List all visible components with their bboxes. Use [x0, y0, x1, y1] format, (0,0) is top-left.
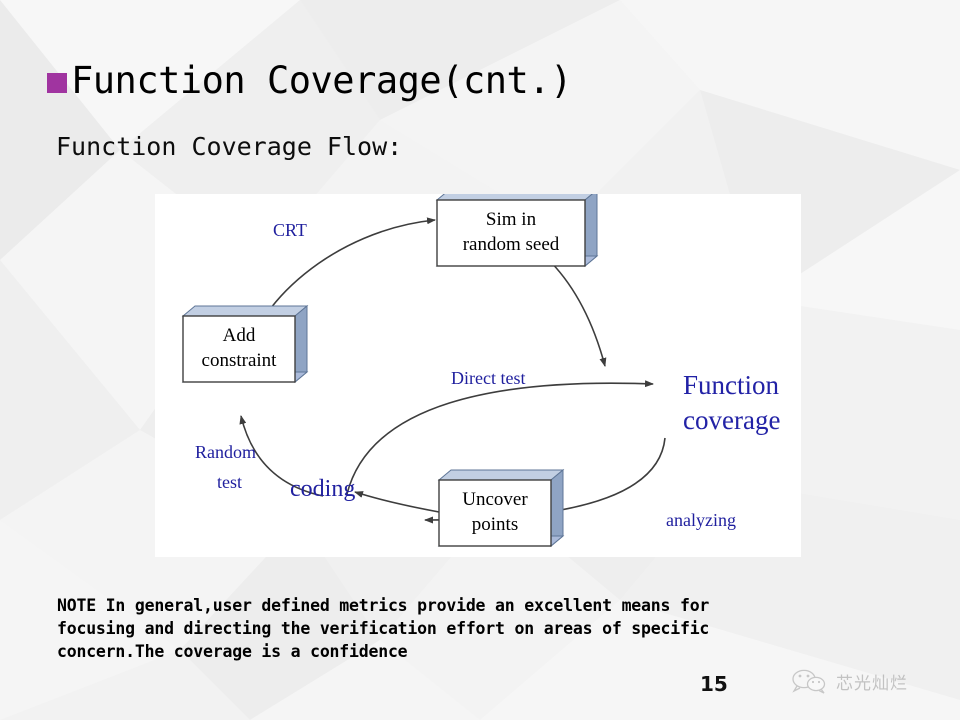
title-bullet-square — [47, 72, 67, 93]
node-sim-label-line1: Sim in — [486, 209, 537, 230]
node-add-label-line2: constraint — [202, 350, 278, 371]
page-number: 15 — [700, 672, 728, 696]
wechat-icon — [792, 669, 826, 694]
node-uncover-label-line2: points — [472, 514, 518, 535]
watermark-text: 芯光灿烂 — [836, 673, 908, 694]
note-line-1: NOTE In general,user defined metrics pro… — [57, 596, 710, 615]
slide-canvas: Function Coverage(cnt.) Function Coverag… — [0, 0, 960, 720]
watermark: 芯光灿烂 — [790, 668, 908, 694]
edge-label-random-test-line1: Random — [195, 442, 256, 462]
note-block: NOTE In general,user defined metrics pro… — [57, 594, 887, 663]
node-sim-label-line2: random seed — [463, 234, 560, 255]
flow-diagram-svg: Sim in random seed Add constraint Uncove… — [155, 194, 801, 557]
function-coverage-line2: coverage — [683, 405, 780, 435]
edge-label-direct-test: Direct test — [451, 368, 525, 388]
page-title: Function Coverage(cnt.) — [47, 62, 572, 99]
page-title-text: Function Coverage(cnt.) — [71, 59, 572, 102]
edge-label-random-test-line2: test — [217, 472, 242, 492]
edge-label-analyzing: analyzing — [666, 510, 736, 530]
page-subtitle: Function Coverage Flow: — [56, 132, 403, 161]
note-line-2: focusing and directing the verification … — [57, 619, 710, 638]
node-add-constraint[interactable]: Add constraint — [181, 304, 309, 384]
flow-diagram-panel: Sim in random seed Add constraint Uncove… — [155, 194, 801, 557]
node-add-label-line1: Add — [223, 325, 256, 346]
node-coding-label[interactable]: coding — [290, 476, 355, 502]
node-sim-in-random-seed[interactable]: Sim in random seed — [435, 194, 599, 268]
function-coverage-line1: Function — [683, 370, 780, 400]
node-uncover-label-line1: Uncover — [462, 489, 528, 510]
edge-label-crt: CRT — [273, 220, 307, 240]
node-uncover-points[interactable]: Uncover points — [437, 468, 565, 548]
note-line-3: concern.The coverage is a confidence — [57, 642, 408, 661]
